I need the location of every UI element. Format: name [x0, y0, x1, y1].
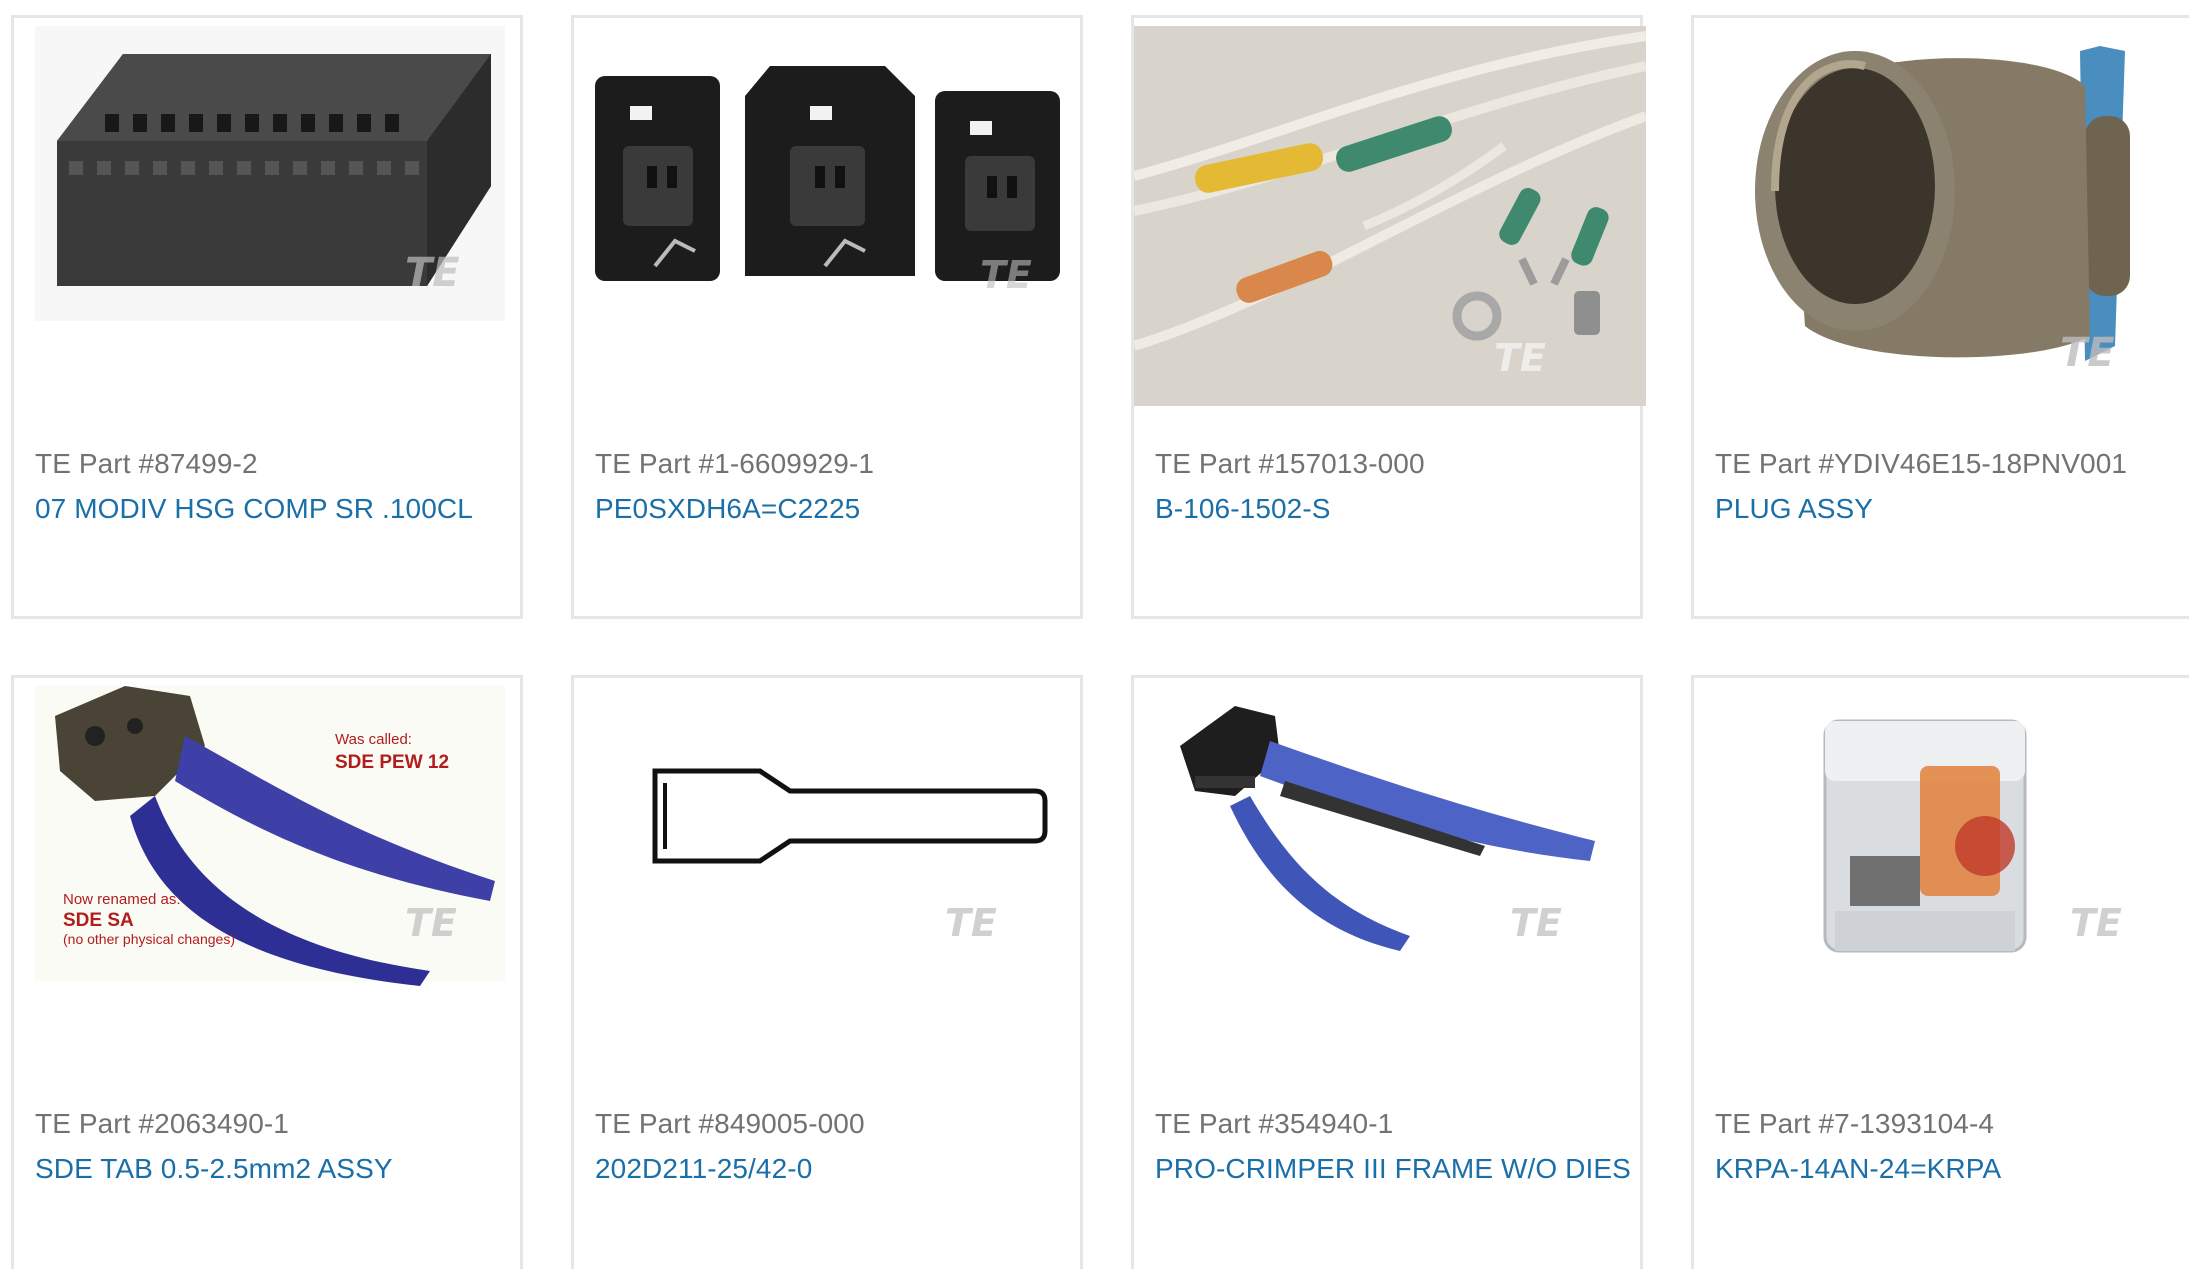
svg-text:TE: TE [405, 901, 457, 945]
product-card[interactable]: TE TE Part #157013-000 B-106-1502-S [1131, 15, 1646, 619]
svg-text:TE: TE [945, 901, 997, 945]
product-name-link[interactable]: PRO-CRIMPER III FRAME W/O DIES [1155, 1153, 1631, 1185]
product-card[interactable]: TE TE Part #7-1393104-4 KRPA-14AN-24=KRP… [1691, 675, 2189, 1269]
product-card[interactable]: TE TE Part #YDIV46E15-18PNV001 PLUG ASSY [1691, 15, 2189, 619]
product-card[interactable]: TE TE Part #354940-1 PRO-CRIMPER III FRA… [1131, 675, 1643, 1269]
product-name-link[interactable]: 07 MODIV HSG COMP SR .100CL [35, 493, 473, 525]
product-name-link[interactable]: 202D211-25/42-0 [595, 1153, 812, 1185]
product-card[interactable]: Was called: SDE PEW 12 Now renamed as: S… [11, 675, 523, 1269]
product-grid: TE TE Part #87499-2 07 MODIV HSG COMP SR… [0, 0, 2189, 1269]
product-name-link[interactable]: PLUG ASSY [1715, 493, 1873, 525]
product-name-link[interactable]: SDE TAB 0.5-2.5mm2 ASSY [35, 1153, 393, 1185]
svg-text:TE: TE [405, 250, 460, 296]
svg-text:TE: TE [980, 253, 1032, 297]
product-card[interactable]: TE TE Part #1-6609929-1 PE0SXDH6A=C2225 [571, 15, 1083, 619]
image-text-old-name: SDE PEW 12 [335, 752, 449, 773]
relay-image[interactable]: TE [1715, 686, 2185, 1066]
part-number: TE Part #7-1393104-4 [1715, 1108, 1995, 1139]
svg-text:TE: TE [2060, 330, 2115, 376]
svg-text:TE: TE [2070, 901, 2122, 945]
part-number: TE Part #157013-000 [1155, 448, 1425, 479]
connector-housing-image[interactable]: TE [35, 26, 505, 406]
pro-crimper-image[interactable]: TE [1155, 686, 1625, 1066]
product-name-link[interactable]: PE0SXDH6A=C2225 [595, 493, 860, 525]
wire-splice-image[interactable]: TE [1134, 26, 1646, 406]
product-card[interactable]: TE TE Part #87499-2 07 MODIV HSG COMP SR… [11, 15, 523, 619]
product-card[interactable]: TE TE Part #849005-000 202D211-25/42-0 [571, 675, 1083, 1269]
svg-text:TE: TE [1510, 901, 1562, 945]
part-number: TE Part #849005-000 [595, 1108, 865, 1139]
part-number: TE Part #2063490-1 [35, 1108, 289, 1139]
part-number: TE Part #1-6609929-1 [595, 448, 875, 479]
image-text-was-called: Was called: [335, 731, 412, 748]
product-name-link[interactable]: KRPA-14AN-24=KRPA [1715, 1153, 2001, 1185]
sleeve-drawing-image[interactable]: TE [595, 686, 1065, 1066]
crimp-tool-image[interactable]: Was called: SDE PEW 12 Now renamed as: S… [35, 686, 505, 1066]
part-number: TE Part #354940-1 [1155, 1108, 1394, 1139]
product-name-link[interactable]: B-106-1502-S [1155, 493, 1331, 525]
part-number: TE Part #YDIV46E15-18PNV001 [1715, 448, 2128, 479]
part-number: TE Part #87499-2 [35, 448, 258, 479]
image-text-note: (no other physical changes) [63, 931, 235, 947]
power-entry-module-image[interactable]: TE [595, 26, 1065, 406]
image-text-renamed: Now renamed as: [63, 891, 181, 908]
image-text-new-name: SDE SA [63, 910, 134, 931]
svg-text:TE: TE [1494, 336, 1546, 380]
circular-plug-image[interactable]: TE [1715, 26, 2185, 406]
